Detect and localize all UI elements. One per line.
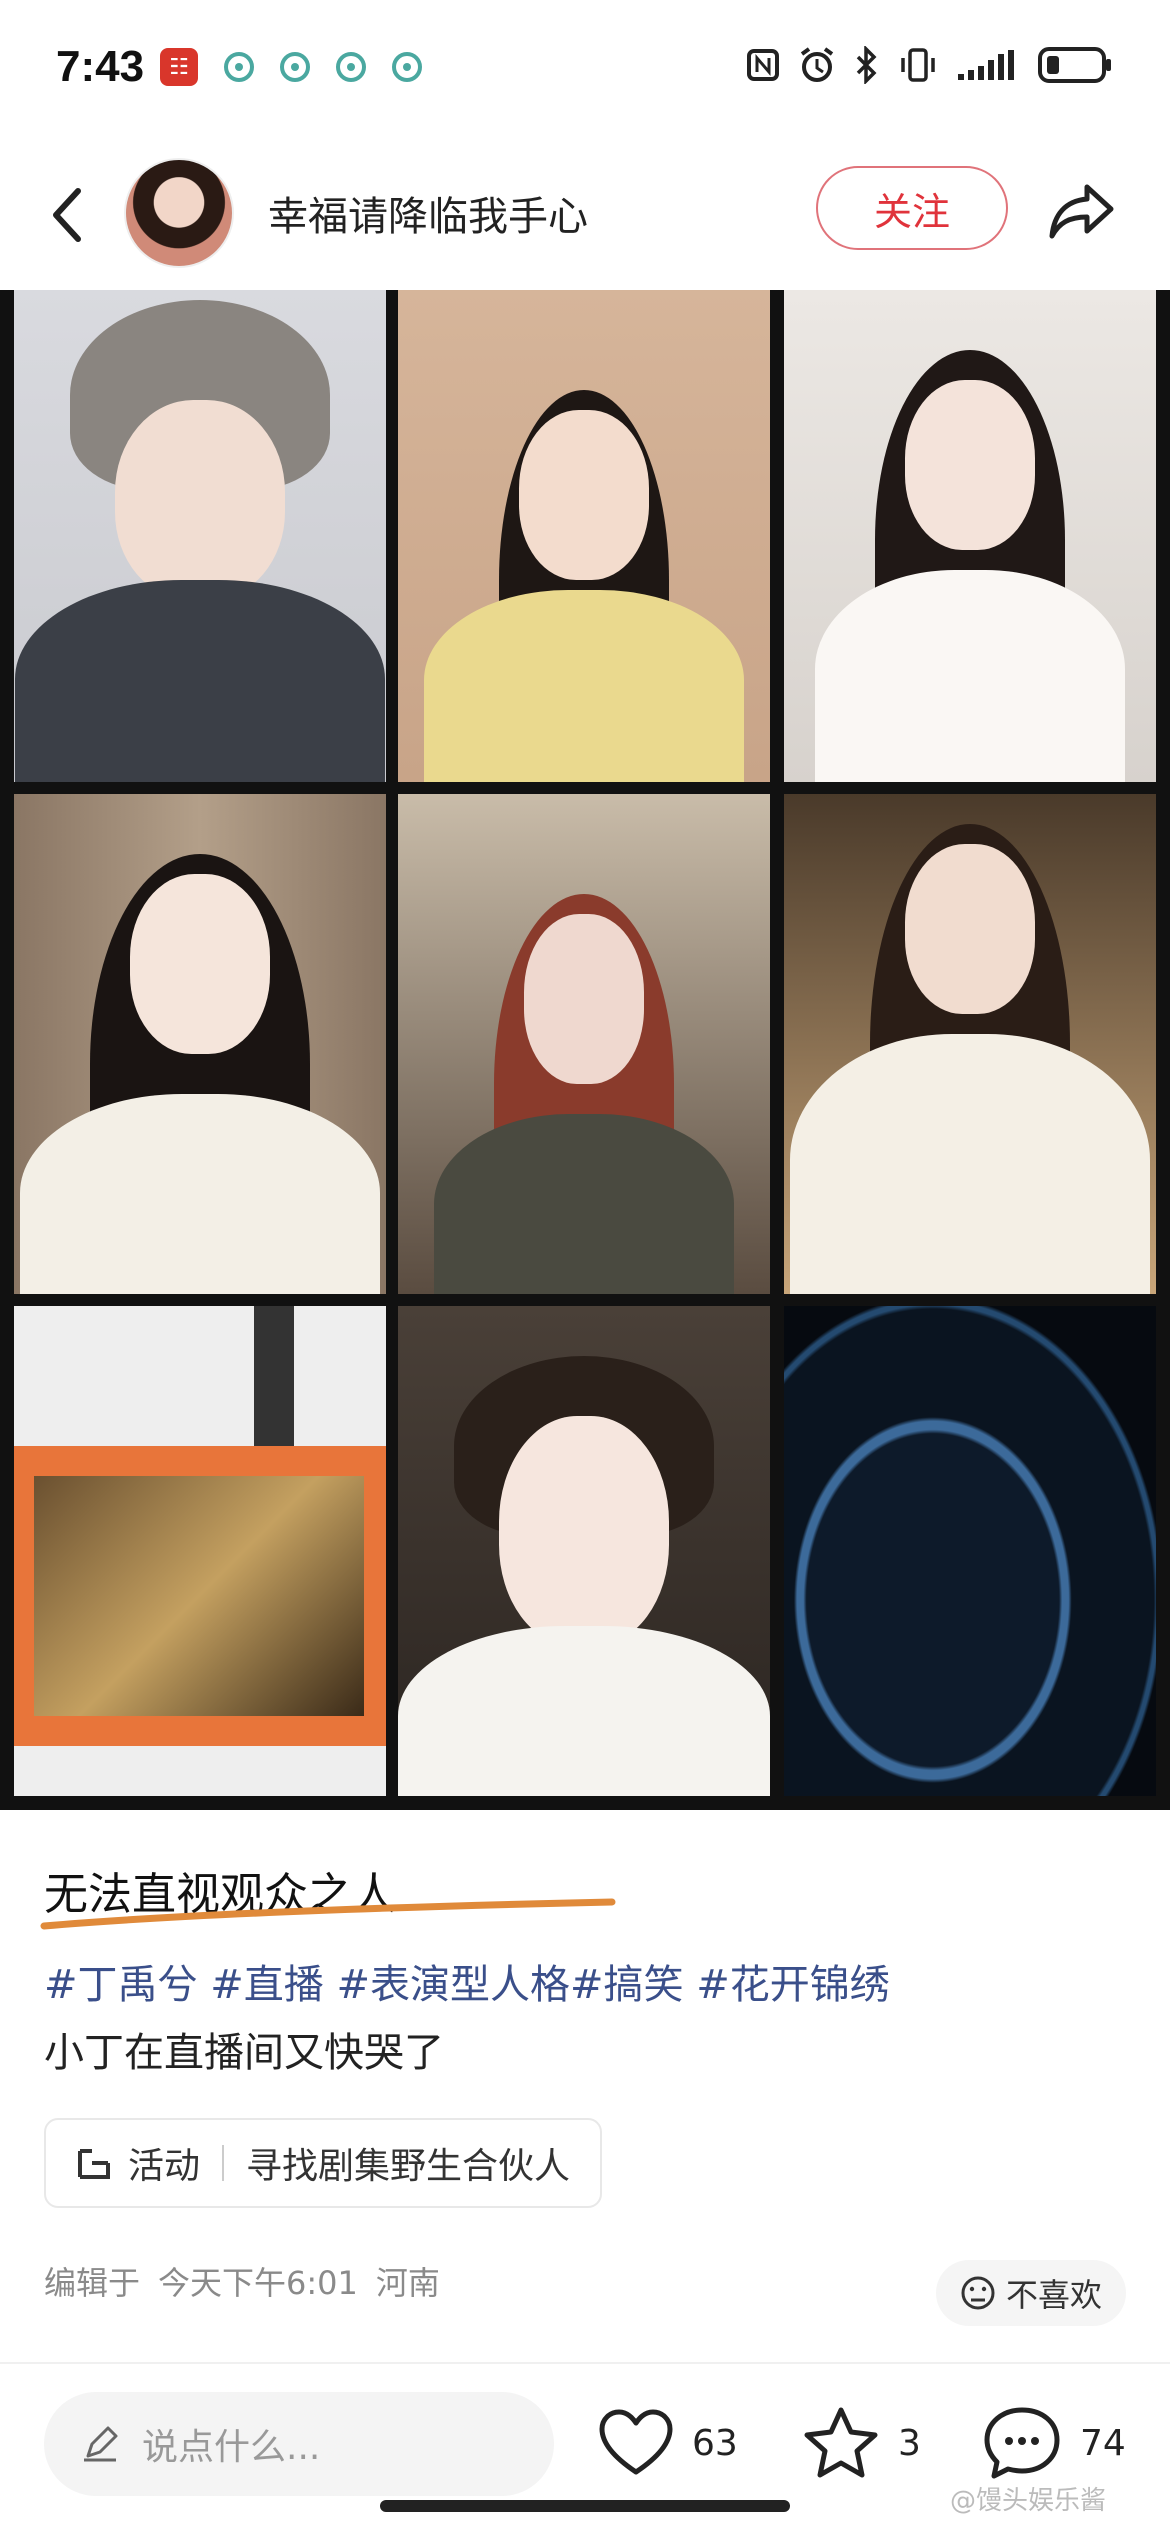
title-underline bbox=[40, 1898, 616, 1930]
bank-app-icon: ☷ bbox=[160, 48, 198, 86]
status-bar: 7:43 ☷ bbox=[0, 0, 1170, 140]
vibrate-icon bbox=[901, 48, 935, 82]
wifi-signal-icon bbox=[958, 50, 1014, 80]
alarm-icon bbox=[800, 47, 834, 82]
star-icon bbox=[804, 2407, 878, 2478]
activity-text: 寻找剧集野生合伙人 bbox=[246, 2146, 571, 2187]
like-count: 63 bbox=[692, 2422, 738, 2464]
back-button[interactable] bbox=[36, 180, 96, 250]
video-cell bbox=[14, 794, 386, 1294]
video-cell bbox=[398, 290, 770, 782]
follow-button[interactable]: 关注 bbox=[816, 166, 1008, 250]
status-time: 7:43 bbox=[56, 42, 145, 91]
post-hashtags[interactable]: #丁禹兮 #直播 #表演型人格#搞笑 #花开锦绣 bbox=[44, 1952, 890, 2010]
signal-app-icon bbox=[280, 52, 310, 82]
edited-prefix: 编辑于 bbox=[44, 2264, 141, 2302]
comment-placeholder: 说点什么... bbox=[142, 2427, 321, 2468]
status-left-icons: ☷ bbox=[160, 48, 422, 86]
favorite-count: 3 bbox=[898, 2422, 921, 2464]
bluetooth-icon bbox=[856, 46, 877, 84]
avatar[interactable] bbox=[124, 158, 234, 268]
video-cell bbox=[784, 1306, 1156, 1796]
video-cell bbox=[398, 1306, 770, 1796]
dislike-button[interactable]: 不喜欢 bbox=[936, 2260, 1126, 2326]
watermark: @馒头娱乐酱 bbox=[950, 2486, 1107, 2516]
comment-button[interactable]: 74 bbox=[982, 2398, 1126, 2488]
signal-app-icon bbox=[336, 52, 366, 82]
divider bbox=[0, 2362, 1170, 2364]
status-right-icons bbox=[746, 46, 1114, 84]
dislike-label: 不喜欢 bbox=[1005, 2276, 1102, 2314]
video-cell bbox=[14, 290, 386, 782]
live-stream-grid-image[interactable] bbox=[0, 290, 1170, 1810]
share-icon bbox=[1049, 184, 1114, 239]
comment-input[interactable]: 说点什么... bbox=[44, 2392, 554, 2496]
pencil-icon bbox=[84, 2426, 118, 2462]
activity-chip[interactable]: 活动 寻找剧集野生合伙人 bbox=[44, 2118, 603, 2208]
sad-face-icon bbox=[961, 2276, 995, 2310]
activity-icon bbox=[78, 2149, 110, 2179]
post-header: 幸福请降临我手心 关注 bbox=[0, 140, 1170, 290]
nfc-icon bbox=[747, 49, 779, 81]
like-button[interactable]: 63 bbox=[598, 2398, 738, 2488]
chevron-left-icon bbox=[53, 188, 81, 242]
post-meta: 编辑于 今天下午6:01 河南 bbox=[44, 2258, 440, 2304]
signal-app-icon bbox=[392, 52, 422, 82]
share-button[interactable] bbox=[1040, 174, 1124, 248]
activity-label: 活动 bbox=[128, 2146, 201, 2187]
comment-bubble-icon bbox=[984, 2407, 1060, 2479]
video-cell bbox=[784, 794, 1156, 1294]
post-description: 小丁在直播间又快哭了 bbox=[44, 2030, 444, 2076]
username[interactable]: 幸福请降临我手心 bbox=[268, 184, 588, 242]
home-indicator[interactable] bbox=[380, 2500, 790, 2512]
video-cell bbox=[784, 290, 1156, 782]
favorite-button[interactable]: 3 bbox=[802, 2398, 921, 2488]
post-location: 河南 bbox=[375, 2264, 440, 2302]
battery-icon bbox=[1038, 47, 1111, 83]
edited-time: 今天下午6:01 bbox=[158, 2264, 358, 2302]
chip-divider bbox=[222, 2145, 225, 2181]
video-cell bbox=[398, 794, 770, 1294]
video-cell bbox=[14, 1306, 386, 1796]
heart-icon bbox=[599, 2409, 673, 2475]
signal-app-icon bbox=[224, 52, 254, 82]
comment-count: 74 bbox=[1080, 2422, 1126, 2464]
